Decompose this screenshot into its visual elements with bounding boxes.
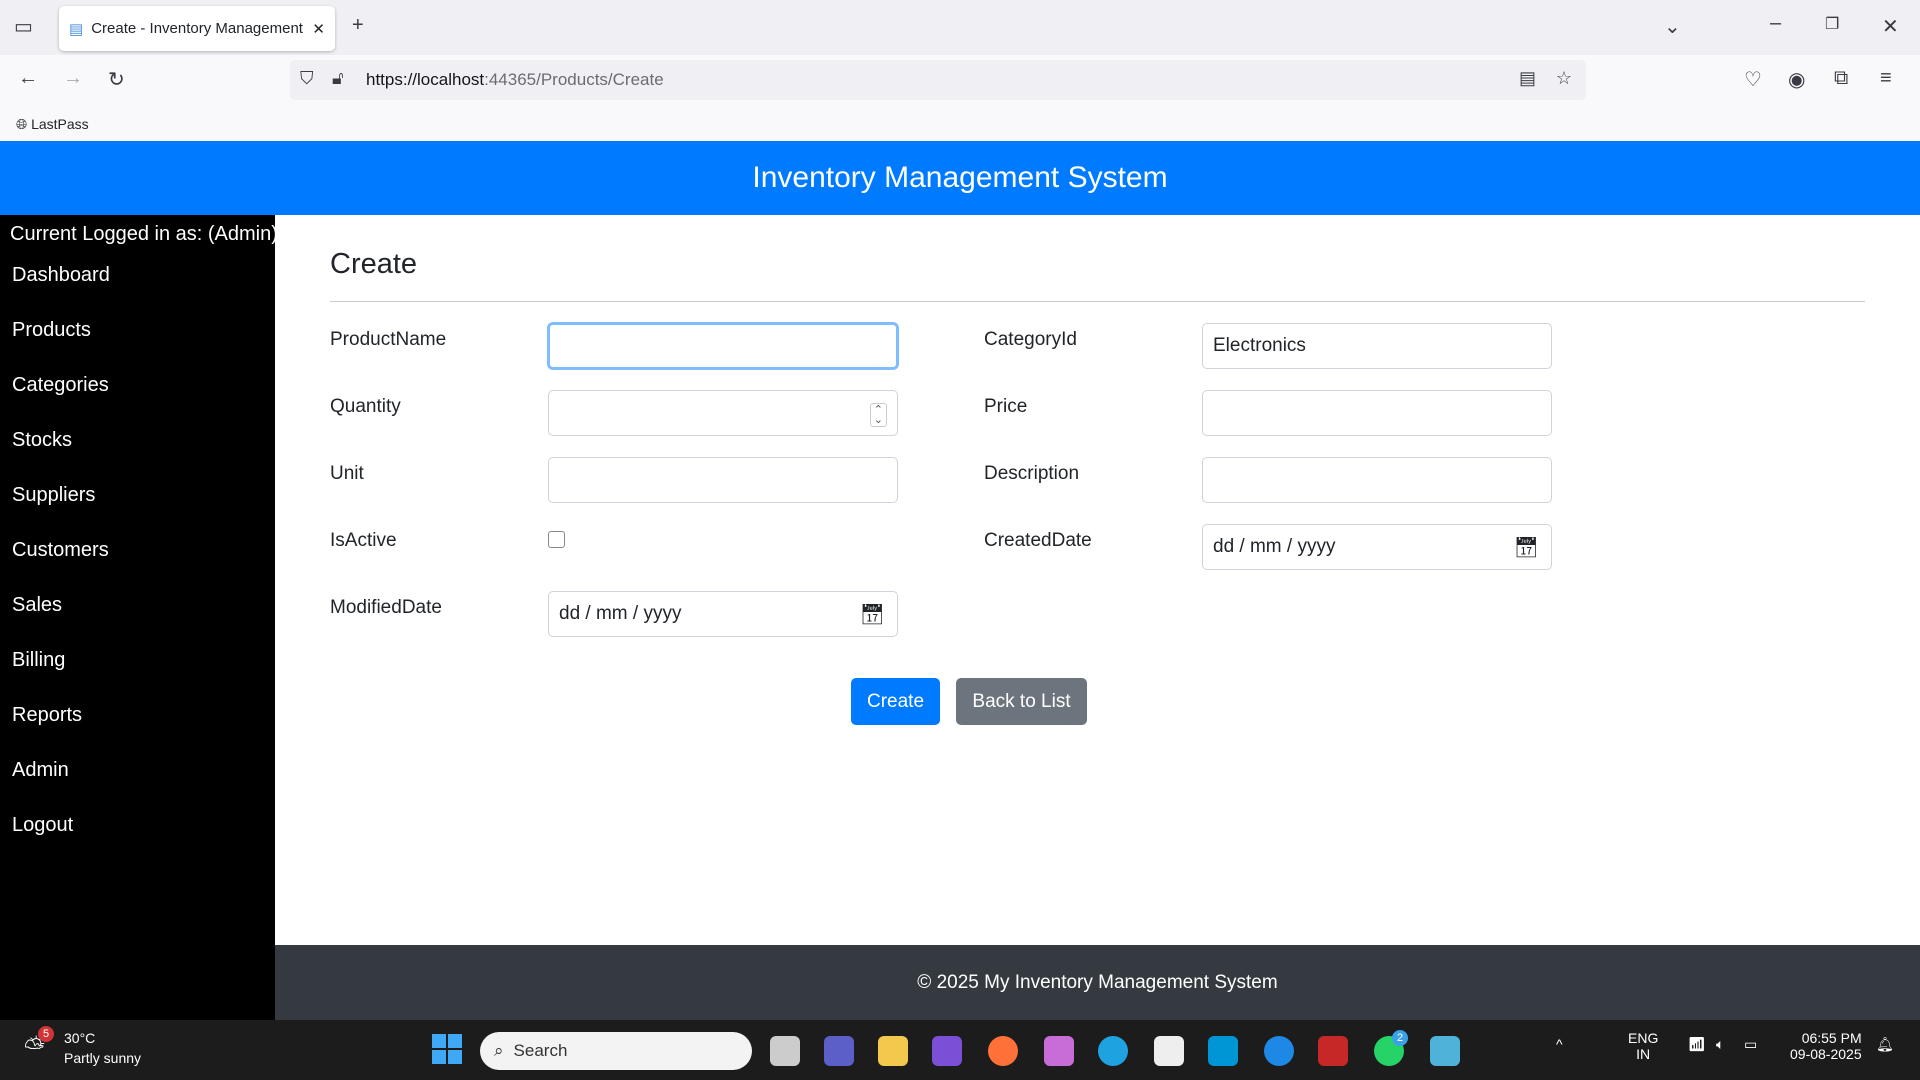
url-path: :44365/Products/Create — [484, 70, 664, 89]
current-user: Current Logged in as: (Admin) — [10, 223, 278, 245]
clock[interactable]: 06:55 PM 09-08-2025 — [1790, 1030, 1862, 1062]
product-name-input[interactable] — [548, 323, 898, 369]
back-to-list-button[interactable]: Back to List — [956, 678, 1087, 725]
volume-icon[interactable]: 🔈︎ — [1716, 1036, 1724, 1053]
browser-tab[interactable]: ▤ Create - Inventory Management ✕ — [59, 6, 335, 51]
shield-icon[interactable]: ⛉ — [300, 68, 314, 89]
whatsapp-badge: 2 — [1392, 1030, 1408, 1046]
description-input[interactable] — [1202, 457, 1552, 503]
mcafee-icon[interactable] — [1318, 1036, 1348, 1066]
close-window-icon[interactable]: ✕ — [1882, 14, 1899, 39]
extensions-icon[interactable]: ⧉ — [1834, 67, 1848, 90]
start-icon[interactable] — [432, 1034, 462, 1064]
app-header: Inventory Management System — [0, 141, 1920, 215]
visual-studio-icon[interactable] — [932, 1036, 962, 1066]
tab-list-icon[interactable]: ▭ — [14, 14, 33, 39]
calendar-icon[interactable]: 📅︎ — [1514, 535, 1539, 560]
sidebar-item-sales[interactable]: Sales — [12, 594, 62, 617]
chevron-down-icon[interactable]: ⌄ — [1664, 14, 1681, 39]
page-title: Create — [330, 248, 418, 280]
sidebar-item-suppliers[interactable]: Suppliers — [12, 484, 95, 507]
minimize-icon[interactable]: – — [1770, 12, 1781, 35]
is-active-checkbox[interactable] — [548, 531, 565, 548]
category-input[interactable]: Electronics — [1202, 323, 1552, 369]
unit-label: Unit — [330, 463, 364, 484]
reload-icon[interactable]: ↻ — [108, 67, 125, 92]
description-label: Description — [984, 463, 1080, 484]
price-label: Price — [984, 396, 1028, 417]
notification-bell-icon[interactable]: 🔔︎ — [1876, 1036, 1894, 1053]
tab-bar: ▭ ▤ Create - Inventory Management ✕ + ⌄ … — [0, 0, 1920, 55]
sidebar-item-categories[interactable]: Categories — [12, 374, 109, 397]
help-icon[interactable] — [1264, 1036, 1294, 1066]
create-button[interactable]: Create — [851, 678, 940, 725]
reader-view-icon[interactable]: ▤ — [1519, 68, 1536, 89]
restore-icon[interactable]: ❐ — [1825, 14, 1839, 34]
bookmarks-bar: 🌐︎ LastPass — [0, 108, 1920, 141]
search-icon: ⌕ — [494, 1041, 504, 1060]
chevron-up-icon[interactable]: ^ — [1556, 1036, 1563, 1052]
weather-temp: 30°C — [64, 1030, 96, 1046]
modified-date-input[interactable]: dd / mm / yyyy 📅︎ — [548, 591, 898, 637]
forward-icon[interactable]: → — [63, 67, 83, 90]
created-date-label: CreatedDate — [984, 530, 1092, 551]
account-icon[interactable]: ◉ — [1788, 67, 1805, 92]
store-icon[interactable] — [1154, 1036, 1184, 1066]
close-tab-icon[interactable]: ✕ — [312, 20, 325, 38]
pocket-icon[interactable]: ♡ — [1744, 67, 1762, 92]
back-icon[interactable]: ← — [18, 67, 38, 90]
globe-icon: 🌐︎ — [16, 116, 28, 132]
sidebar-item-admin[interactable]: Admin — [12, 759, 69, 782]
quantity-label: Quantity — [330, 396, 401, 417]
sidebar-item-customers[interactable]: Customers — [12, 539, 109, 562]
language-indicator[interactable]: ENG IN — [1628, 1030, 1658, 1062]
new-tab-icon[interactable]: + — [352, 14, 364, 37]
sidebar-item-stocks[interactable]: Stocks — [12, 429, 72, 452]
notepad-icon[interactable] — [1430, 1036, 1460, 1066]
taskbar-search[interactable]: ⌕ Search — [480, 1032, 752, 1070]
sidebar-item-dashboard[interactable]: Dashboard — [12, 264, 110, 287]
myhp-icon[interactable] — [1208, 1036, 1238, 1066]
page-icon: ▤ — [69, 20, 84, 38]
url-host: https://localhost — [366, 70, 485, 89]
divider — [330, 301, 1865, 302]
sidebar-item-products[interactable]: Products — [12, 319, 91, 342]
menu-icon[interactable]: ≡ — [1880, 67, 1892, 90]
lock-icon[interactable]: 🔓︎ — [332, 68, 344, 89]
edge-icon[interactable] — [1098, 1036, 1128, 1066]
weather-badge: 5 — [38, 1026, 54, 1042]
is-active-label: IsActive — [330, 530, 397, 551]
teams-icon[interactable] — [824, 1036, 854, 1066]
sidebar-item-reports[interactable]: Reports — [12, 704, 82, 727]
bookmark-star-icon[interactable]: ☆ — [1556, 68, 1572, 89]
quantity-stepper[interactable]: ⌃ ⌄ — [869, 403, 887, 427]
copilot-icon[interactable] — [1044, 1036, 1074, 1066]
price-input[interactable] — [1202, 390, 1552, 436]
tab-title: Create - Inventory Management — [91, 20, 303, 37]
unit-input[interactable] — [548, 457, 898, 503]
wifi-icon[interactable]: 📶︎ — [1688, 1036, 1706, 1053]
task-view-icon[interactable] — [770, 1036, 800, 1066]
calendar-icon[interactable]: 📅︎ — [860, 602, 885, 627]
product-name-label: ProductName — [330, 329, 447, 350]
weather-desc: Partly sunny — [64, 1050, 142, 1066]
firefox-icon[interactable] — [988, 1036, 1018, 1066]
bookmark-lastpass[interactable]: 🌐︎ LastPass — [16, 116, 89, 133]
battery-icon[interactable]: ▭ — [1744, 1036, 1757, 1053]
url-bar[interactable]: ⛉ 🔓︎ https://localhost:44365/Products/Cr… — [290, 60, 1586, 100]
sidebar-item-billing[interactable]: Billing — [12, 649, 65, 672]
footer: © 2025 My Inventory Management System — [275, 945, 1920, 1020]
created-date-input[interactable]: dd / mm / yyyy 📅︎ — [1202, 524, 1552, 570]
category-label: CategoryId — [984, 329, 1077, 350]
file-explorer-icon[interactable] — [878, 1036, 908, 1066]
sidebar: Current Logged in as: (Admin) Dashboard … — [0, 215, 278, 1020]
modified-date-label: ModifiedDate — [330, 597, 442, 618]
sidebar-item-logout[interactable]: Logout — [12, 814, 73, 837]
quantity-input[interactable]: ⌃ ⌄ — [548, 390, 898, 436]
